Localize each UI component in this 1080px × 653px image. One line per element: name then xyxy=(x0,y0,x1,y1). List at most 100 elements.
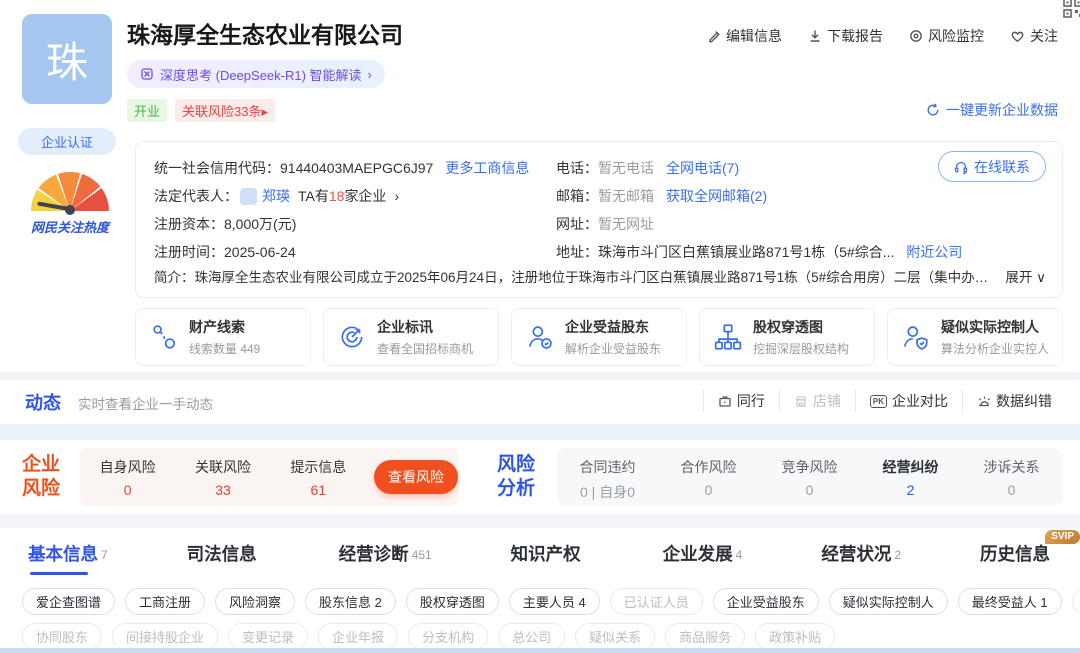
view-risk-button[interactable]: 查看风险 xyxy=(374,460,458,494)
cooperation-risk-stat[interactable]: 合作风险 0 xyxy=(658,448,759,506)
related-risk-stat[interactable]: 关联风险 33 xyxy=(175,448,270,506)
download-report-button[interactable]: 下载报告 xyxy=(808,26,883,46)
card-subtitle: 查看全国招标商机 xyxy=(377,340,473,357)
subtab-head-office[interactable]: 总公司 xyxy=(498,623,565,650)
risk-title-line: 企业 xyxy=(22,453,60,477)
related-risk-label: 关联风险33条 xyxy=(182,104,261,119)
nearby-companies-link[interactable]: 附近公司 xyxy=(906,242,962,262)
tab-intellectual-property[interactable]: 知识产权 xyxy=(511,541,584,566)
capital-value: 8,000万(元) xyxy=(224,214,296,234)
tab-operation-status[interactable]: 经营状况2 xyxy=(821,541,901,566)
deepseek-icon xyxy=(140,67,154,81)
card-equity-penetration[interactable]: 股权穿透图 挖掘深层股权结构 xyxy=(699,308,875,366)
legal-count-suffix: 家企业 xyxy=(344,186,386,206)
tab-operation-diagnosis[interactable]: 经营诊断451 xyxy=(339,541,432,566)
briefcase-icon xyxy=(718,394,732,408)
gauge-label: 网民关注热度 xyxy=(26,217,114,236)
litigation-relation-stat[interactable]: 涉诉关系 0 xyxy=(961,448,1062,506)
competition-risk-stat[interactable]: 竞争风险 0 xyxy=(759,448,860,506)
contract-breach-stat[interactable]: 合同违约 0 | 自身0 xyxy=(557,448,658,506)
subtab-suspected-controller[interactable]: 疑似实际控制人 xyxy=(829,588,948,615)
all-email-link[interactable]: 获取全网邮箱(2) xyxy=(666,186,767,206)
subtab-products-services[interactable]: 商品服务 xyxy=(665,623,745,650)
subtab-outbound-investment[interactable]: 对外投资 xyxy=(1072,588,1080,615)
phone-empty-value: 暂无电话 xyxy=(598,158,654,178)
card-title: 财产线索 xyxy=(189,317,260,337)
subtab-branches[interactable]: 分支机构 xyxy=(408,623,488,650)
stat-label: 自身风险 xyxy=(80,457,175,477)
website-row: 网址： 暂无网址 xyxy=(556,210,962,238)
subtab-ultimate-beneficiary[interactable]: 最终受益人 1 xyxy=(958,588,1062,615)
self-risk-stat[interactable]: 自身风险 0 xyxy=(80,448,175,506)
subtab-key-personnel[interactable]: 主要人员 4 xyxy=(509,588,600,615)
online-contact-button[interactable]: 在线联系 xyxy=(938,151,1046,182)
business-dispute-stat[interactable]: 经营纠纷 2 xyxy=(860,448,961,506)
more-biz-info-link[interactable]: 更多工商信息 xyxy=(445,158,529,178)
card-actual-controller[interactable]: 疑似实际控制人 算法分析企业实控人 xyxy=(887,308,1063,366)
download-report-label: 下载报告 xyxy=(827,26,883,46)
edit-info-button[interactable]: 编辑信息 xyxy=(707,26,782,46)
compare-link[interactable]: PK 企业对比 xyxy=(855,390,962,412)
headset-icon xyxy=(954,160,968,174)
stat-label: 竞争风险 xyxy=(759,457,860,477)
legal-person-label: 法定代表人： xyxy=(154,186,238,206)
tab-label: 基本信息 xyxy=(28,544,98,564)
status-row: 开业 关联风险33条▸ xyxy=(127,99,275,122)
subtab-risk-insight[interactable]: 风险洞察 xyxy=(215,588,295,615)
intro-text: 珠海厚全生态农业有限公司成立于2025年06月24日，注册地位于珠海市斗门区白蕉… xyxy=(195,266,1000,286)
info-right-column: 电话： 暂无电话 全网电话(7) 邮箱： 暂无邮箱 获取全网邮箱(2) 网址： … xyxy=(556,154,962,266)
subtab-beneficiary-shareholders[interactable]: 企业受益股东 xyxy=(713,588,819,615)
company-logo: 珠 xyxy=(22,14,112,104)
credit-code-label: 统一社会信用代码： xyxy=(154,158,280,178)
card-asset-clues[interactable]: 财产线索 线索数量 449 xyxy=(135,308,311,366)
shop-label: 店铺 xyxy=(813,391,841,411)
risk-monitor-button[interactable]: 风险监控 xyxy=(909,26,984,46)
subtab-shareholder-info[interactable]: 股东信息 2 xyxy=(305,588,396,615)
all-phone-link[interactable]: 全网电话(7) xyxy=(666,158,739,178)
legal-company-count[interactable]: 18 xyxy=(329,188,345,204)
subtab-policy-subsidies[interactable]: 政策补贴 xyxy=(755,623,835,650)
card-subtitle: 线索数量 449 xyxy=(189,340,260,357)
subtab-business-registration[interactable]: 工商注册 xyxy=(125,588,205,615)
stat-value: 61 xyxy=(271,482,366,498)
expand-button[interactable]: 展开 ∨ xyxy=(1005,266,1046,286)
status-open-badge: 开业 xyxy=(127,99,167,122)
shop-link[interactable]: 店铺 xyxy=(779,390,855,412)
legal-count-prefix: TA有 xyxy=(298,186,329,206)
reg-date-label: 注册时间： xyxy=(154,242,224,262)
risk-analysis-title: 风险 分析 xyxy=(497,453,535,501)
card-tender-news[interactable]: 企业标讯 查看全国招标商机 xyxy=(323,308,499,366)
deepseek-insight-badge[interactable]: 深度思考 (DeepSeek-R1) 智能解读 › xyxy=(127,60,385,88)
peers-link[interactable]: 同行 xyxy=(703,390,779,412)
update-data-link[interactable]: 一键更新企业数据 xyxy=(926,100,1058,120)
credit-code-row: 统一社会信用代码： 91440403MAEPGC6J97 更多工商信息 xyxy=(154,154,529,182)
tab-basic-info[interactable]: 基本信息7 xyxy=(28,541,108,566)
risk-section: 企业 风险 自身风险 0 关联风险 33 提示信息 61 查看风险 风险 分析 … xyxy=(0,440,1080,514)
stat-value: 0 xyxy=(80,482,175,498)
subtab-aiqicha-graph[interactable]: 爱企查图谱 xyxy=(22,588,115,615)
data-correction-link[interactable]: 数据纠错 xyxy=(962,390,1066,412)
stat-value: 2 xyxy=(860,482,961,498)
follow-button[interactable]: 关注 xyxy=(1010,26,1058,46)
subtab-annual-report[interactable]: 企业年报 xyxy=(318,623,398,650)
subtab-certified-personnel[interactable]: 已认证人员 xyxy=(610,588,703,615)
tab-history-info[interactable]: 历史信息SVIP xyxy=(980,541,1050,566)
chevron-right-icon: › xyxy=(368,67,372,82)
tab-count: 2 xyxy=(894,548,901,562)
qr-code-icon[interactable] xyxy=(1062,0,1080,19)
stat-label: 合同违约 xyxy=(557,457,658,477)
enterprise-cert-badge[interactable]: 企业认证 xyxy=(18,128,116,155)
card-beneficiary-shareholders[interactable]: 企业受益股东 解析企业受益股东 xyxy=(511,308,687,366)
related-risk-badge[interactable]: 关联风险33条▸ xyxy=(175,99,275,122)
subtab-suspected-relations[interactable]: 疑似关系 xyxy=(575,623,655,650)
phone-row: 电话： 暂无电话 全网电话(7) xyxy=(556,154,962,182)
subtab-indirect-holdings[interactable]: 间接持股企业 xyxy=(112,623,218,650)
hint-info-stat[interactable]: 提示信息 61 xyxy=(271,448,366,506)
subtab-equity-penetration[interactable]: 股权穿透图 xyxy=(406,588,499,615)
tab-judicial-info[interactable]: 司法信息 xyxy=(187,541,260,566)
subtab-change-records[interactable]: 变更记录 xyxy=(228,623,308,650)
subtab-co-shareholders[interactable]: 协同股东 xyxy=(22,623,102,650)
legal-person-name-link[interactable]: 郑瑛 xyxy=(262,186,290,206)
risk-title-line: 分析 xyxy=(497,477,535,501)
tab-enterprise-development[interactable]: 企业发展4 xyxy=(663,541,743,566)
